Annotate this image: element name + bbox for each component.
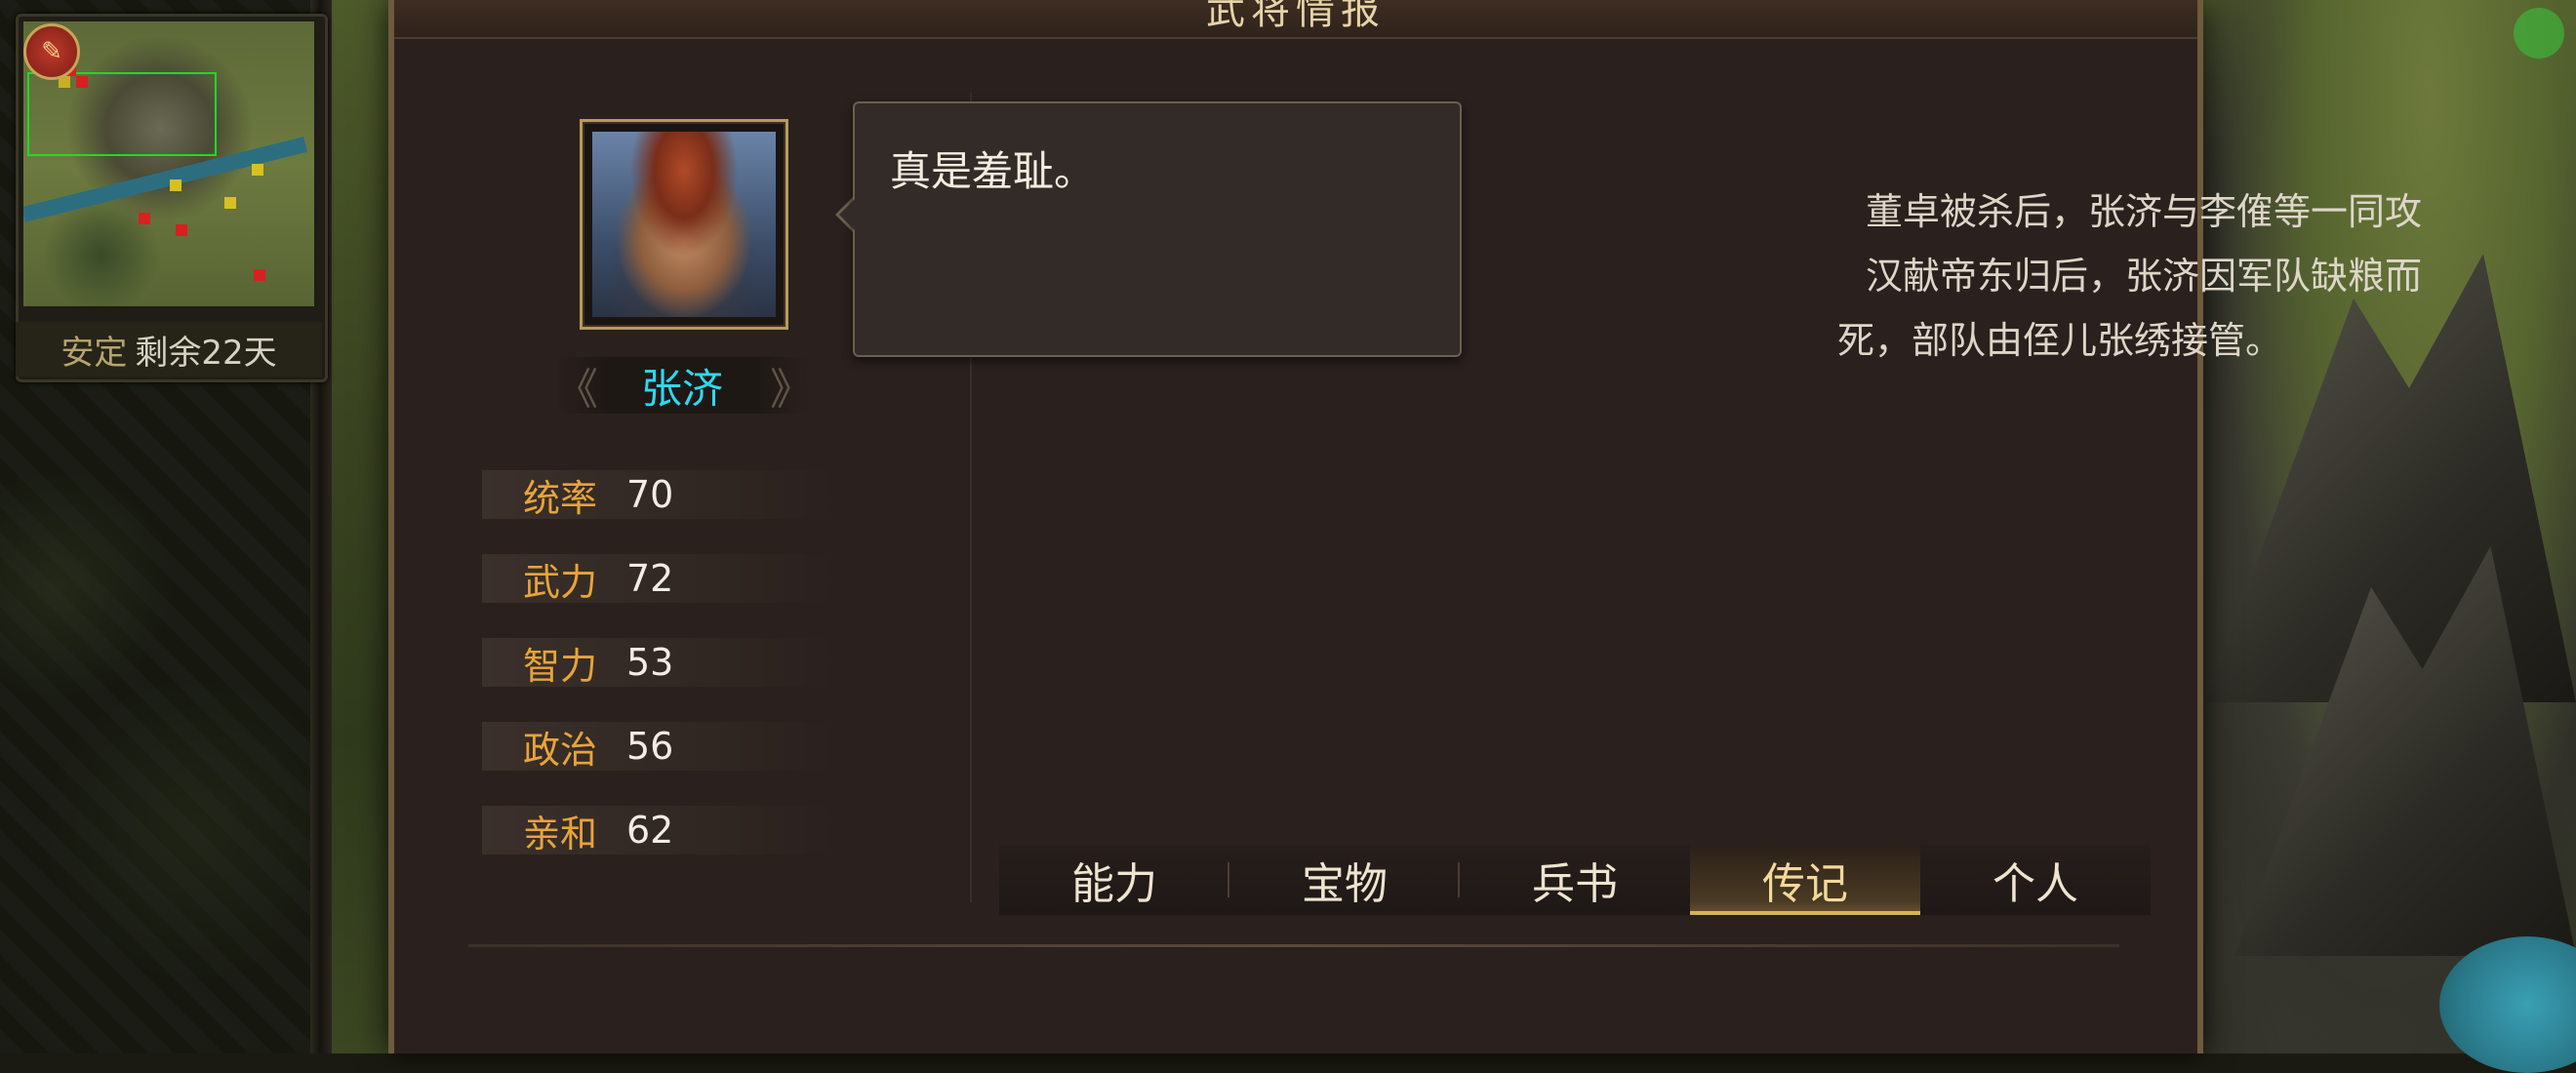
stat-value: 56 [626,725,674,768]
bottom-divider [468,944,2119,947]
stat-row: 统率 70 [482,470,833,520]
seal-icon[interactable]: ✎ [23,23,80,80]
stat-label: 武力 [522,560,597,604]
minimap-viewport-rect[interactable] [27,72,217,156]
tab-personal[interactable]: 个人 [1920,845,2151,915]
dialog-title: 武将情报 [1206,0,1386,33]
general-portrait [592,132,776,317]
biography-line: 汉献帝东归后，张济因军队缺粮而 [1866,255,2423,298]
tab-biography[interactable]: 传记 [1690,845,1920,915]
tab-treasure[interactable]: 宝物 [1229,845,1460,915]
general-name: 张济 [640,364,723,413]
status-label: 安定 [60,333,128,373]
status-days-remaining: 剩余22天 [135,333,277,373]
minimap-marker [252,164,263,176]
stat-row: 智力 53 [482,638,833,688]
minimap-marker [76,76,88,88]
tab-bar: 能力 宝物 兵书 传记 个人 [999,845,2151,915]
next-general-arrow-icon[interactable]: 》 [770,354,813,417]
speech-bubble: 真是羞耻。 [853,101,1462,357]
name-plate: 《 张济 》 [555,354,813,417]
tab-military-books[interactable]: 兵书 [1460,845,1690,915]
stat-label: 智力 [522,644,597,688]
stat-row: 亲和 62 [482,806,833,855]
tab-ability[interactable]: 能力 [999,845,1229,915]
speech-bubble-tail-fill [839,197,857,232]
minimap-marker [254,269,265,281]
stat-row: 武力 72 [482,554,833,604]
stat-row: 政治 56 [482,722,833,772]
left-grass-strip [332,0,390,1053]
map-corner-icon[interactable] [2514,8,2564,59]
stat-value: 53 [626,641,674,684]
minimap-marker [224,197,236,209]
stat-value: 70 [626,473,674,516]
prev-general-arrow-icon[interactable]: 《 [555,354,598,417]
speech-text: 真是羞耻。 [890,147,1096,195]
minimap-marker [139,213,150,224]
minimap-status: 安定 剩余22天 [16,322,322,377]
stat-label: 亲和 [522,812,597,855]
stat-label: 统率 [522,476,597,520]
general-info-dialog: 武将情报 《 张济 》 统率 70 武力 72 智力 53 政治 56 亲和 6… [388,0,2422,1053]
biography-line: 董卓被杀后，张济与李傕等一同攻 [1866,190,2423,233]
stat-label: 政治 [522,728,597,772]
minimap-marker [170,179,181,191]
dialog-header: 武将情报 [394,0,2197,39]
stat-value: 72 [626,557,674,600]
biography-line: 死，部队由侄儿张绣接管。 [1837,319,2283,362]
minimap-marker [176,224,187,236]
general-portrait-frame[interactable] [580,119,788,330]
stat-value: 62 [626,809,674,852]
